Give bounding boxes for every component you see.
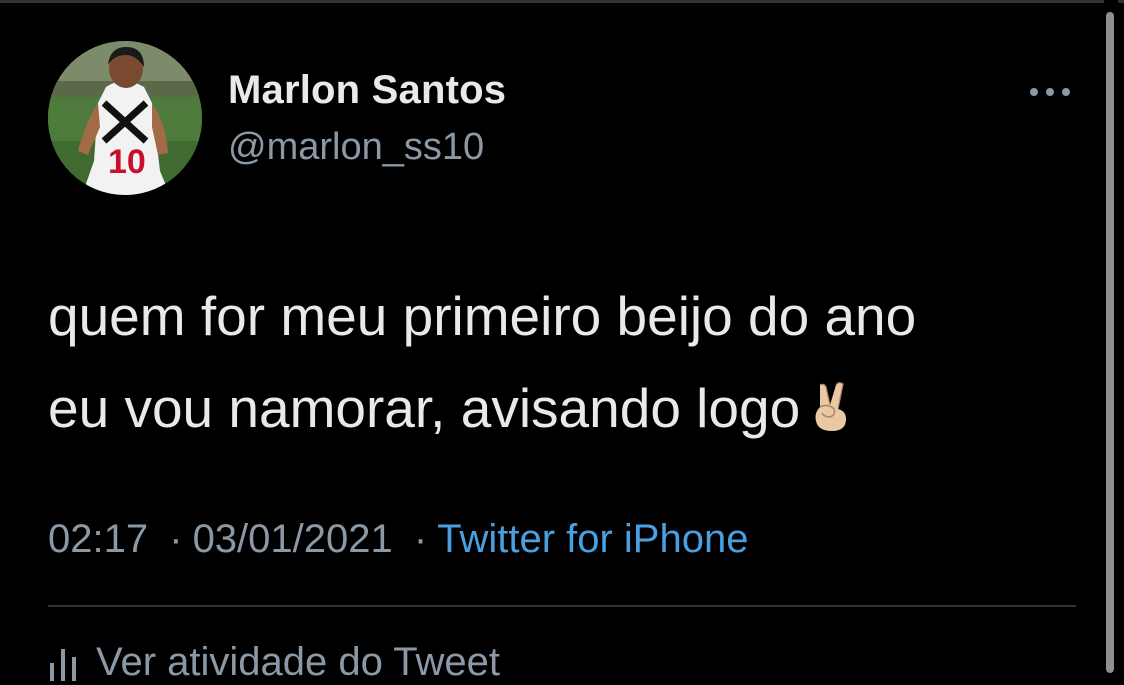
tweet-source-link[interactable]: Twitter for iPhone [437,517,748,561]
author-handle[interactable]: @marlon_ss10 [228,126,484,169]
tweet-time: 02:17 [48,517,149,561]
tweet-text-line-1: quem for meu primeiro beijo do ano [48,285,917,347]
meta-separator: · [413,517,428,561]
tweet-text-line-2: eu vou namorar, avisando logo [48,362,1088,460]
more-horizontal-icon [1030,88,1038,96]
top-border [0,0,1124,3]
author-display-name[interactable]: Marlon Santos [228,68,506,113]
scrollbar-thumb[interactable] [1106,12,1114,673]
more-options-button[interactable] [1026,78,1074,106]
svg-text:10: 10 [108,143,146,181]
meta-separator: · [169,517,183,561]
avatar-photo: 10 [48,41,202,195]
tweet-text: quem for meu primeiro beijo do ano eu vo… [48,270,1088,460]
view-tweet-activity-label: Ver atividade do Tweet [96,640,500,684]
tweet-text-line-2-text: eu vou namorar, avisando logo [48,377,801,439]
view-tweet-activity-button[interactable]: Ver atividade do Tweet [48,640,500,685]
more-horizontal-icon-dot [1062,88,1070,96]
more-horizontal-icon-dot [1046,88,1054,96]
victory-hand-emoji [806,368,856,460]
bar-chart-icon [50,649,76,681]
tweet-meta: 02:17 · 03/01/2021 · Twitter for iPhone [48,517,748,562]
divider [48,605,1076,607]
tweet-date: 03/01/2021 [192,517,393,561]
avatar[interactable]: 10 [48,41,202,195]
